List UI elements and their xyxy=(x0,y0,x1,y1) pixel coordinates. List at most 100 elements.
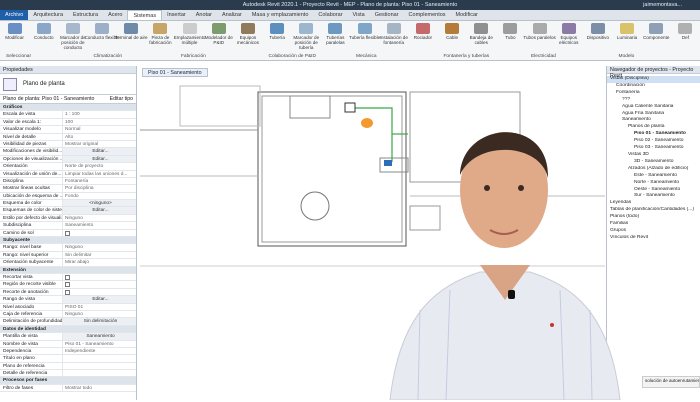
property-value[interactable]: Fontanería xyxy=(62,177,136,185)
property-row: Esquemas de color de siste... Editar... xyxy=(0,207,136,215)
property-edit-button[interactable]: Editar... xyxy=(62,155,136,163)
ribbon-tab[interactable]: Modificar xyxy=(451,10,483,20)
property-value[interactable]: Ninguno xyxy=(62,244,136,251)
ribbon-tab[interactable]: Masa y emplazamiento xyxy=(247,10,314,20)
property-edit-button[interactable]: Sin delimitación xyxy=(62,318,136,325)
ribbon-tab[interactable]: Complementos xyxy=(404,10,451,20)
property-value[interactable]: Sin delimitar xyxy=(62,251,136,259)
ribbon-button-icon xyxy=(678,23,693,34)
properties-section[interactable]: Gráficos xyxy=(0,104,136,112)
property-name: Dependencia xyxy=(3,348,32,354)
property-row: Esquema de color <ninguno> xyxy=(0,200,136,208)
ribbon-button-icon xyxy=(153,23,168,34)
property-checkbox[interactable] xyxy=(62,273,136,281)
ribbon-tab[interactable]: Vista xyxy=(348,10,370,20)
property-value[interactable]: Por disciplina xyxy=(62,185,136,192)
property-name: Estilo por defecto de visuali... xyxy=(3,215,62,221)
ribbon-tab[interactable]: Acero xyxy=(103,10,127,20)
property-row: Recorte de anotación xyxy=(0,288,136,297)
property-value[interactable] xyxy=(62,355,136,362)
property-value[interactable]: Ninguno xyxy=(62,214,136,222)
property-value[interactable]: Norte de proyecto xyxy=(62,163,136,170)
ribbon-button-icon xyxy=(532,23,547,34)
user-name[interactable]: jaimemontava... xyxy=(643,2,682,8)
ribbon-button-label: Def xyxy=(681,35,689,40)
property-row: Rango: nivel base Ninguno xyxy=(0,244,136,252)
checkbox-icon[interactable] xyxy=(65,274,70,280)
checkbox-icon[interactable] xyxy=(65,289,70,295)
ribbon-tab[interactable]: Colaborar xyxy=(313,10,347,20)
property-row: Mostrar líneas ocultas Por disciplina xyxy=(0,185,136,193)
drain-fitting[interactable] xyxy=(344,102,356,113)
property-edit-button[interactable]: <ninguno> xyxy=(62,200,136,207)
type-name: Plano de planta xyxy=(23,81,65,87)
property-value[interactable]: Piso 01 - Saneamiento xyxy=(62,340,136,347)
property-value[interactable]: Independiente xyxy=(62,347,136,355)
property-value[interactable]: Mirar abajo xyxy=(62,259,136,266)
properties-section[interactable]: Procesos por fases xyxy=(0,377,136,385)
property-checkbox[interactable] xyxy=(62,288,136,296)
edit-type-button[interactable]: Editar tipo xyxy=(110,96,133,102)
properties-section[interactable]: Subyacente xyxy=(0,237,136,245)
property-value[interactable]: Mostrar original xyxy=(62,140,136,148)
toilet-fixture[interactable] xyxy=(361,118,373,128)
ribbon-tab[interactable]: Insertar xyxy=(162,10,191,20)
ribbon-button-icon xyxy=(65,23,80,34)
property-value[interactable]: Limpiar todas las uniones d... xyxy=(62,170,136,177)
checkbox-icon[interactable] xyxy=(65,282,70,288)
ribbon-tab[interactable]: Estructura xyxy=(68,10,103,20)
property-value[interactable]: Ninguno xyxy=(62,310,136,318)
property-value[interactable] xyxy=(62,362,136,370)
property-value[interactable]: 100 xyxy=(62,118,136,126)
property-value[interactable] xyxy=(62,370,136,377)
property-name: Recorte de anotación xyxy=(3,289,49,295)
property-name: Subdisciplina xyxy=(3,223,32,229)
property-name: Ubicación de esquema de ... xyxy=(3,193,62,199)
property-edit-button[interactable]: Editar... xyxy=(62,296,136,303)
property-name: Visualizar modelo xyxy=(3,127,41,133)
ribbon-tab[interactable]: Anotar xyxy=(191,10,217,20)
room-outline xyxy=(179,85,261,127)
ribbon-tab[interactable]: Gestionar xyxy=(370,10,404,20)
eye xyxy=(484,185,490,191)
view-selector[interactable]: Plano de planta: Piso 01 - Saneamiento E… xyxy=(0,95,136,104)
properties-section[interactable]: Extensión xyxy=(0,266,136,274)
property-name: Visualización de unión de... xyxy=(3,171,62,177)
property-row: Delimitación de profundidad Sin delimitac… xyxy=(0,318,136,326)
ribbon-button-icon xyxy=(95,23,110,34)
property-edit-button[interactable]: Editar... xyxy=(62,148,136,155)
property-value[interactable]: Normal xyxy=(62,126,136,133)
property-checkbox[interactable] xyxy=(62,229,136,237)
properties-section[interactable]: Datos de identidad xyxy=(0,325,136,334)
property-row: Escala de vista 1 : 100 xyxy=(0,111,136,119)
ribbon-tab[interactable]: Archivo xyxy=(0,10,29,20)
checkbox-icon[interactable] xyxy=(65,230,70,236)
type-selector[interactable]: Plano de planta xyxy=(0,74,136,95)
property-value[interactable]: 1 : 100 xyxy=(62,111,136,118)
ribbon-tab[interactable]: Arquitectura xyxy=(28,10,68,20)
property-value[interactable]: Fondo xyxy=(62,192,136,200)
property-checkbox[interactable] xyxy=(62,281,136,288)
ribbon-tab[interactable]: Sistemas xyxy=(127,10,163,20)
ribbon-button-icon xyxy=(328,23,343,34)
ribbon-tabs: Archivo Arquitectura Estructura Acero Sistem… xyxy=(0,10,700,21)
ribbon-button[interactable]: Def xyxy=(667,23,700,40)
property-row: Detalle de referencia xyxy=(0,370,136,378)
property-edit-button[interactable]: Saneamiento xyxy=(62,333,136,340)
property-row: Rango de vista Editar... xyxy=(0,296,136,304)
property-name: Procesos por fases xyxy=(3,378,48,384)
property-value[interactable]: Alto xyxy=(62,133,136,140)
property-name: Gráficos xyxy=(3,105,23,110)
property-name: Modificaciones de visibilid... xyxy=(3,149,62,155)
property-name: Opciones de visualización ... xyxy=(3,156,62,162)
property-value[interactable]: Mostrar todo xyxy=(62,384,136,392)
property-value[interactable]: Saneamiento xyxy=(62,222,136,229)
property-value[interactable]: PISO 01 xyxy=(62,303,136,310)
bed-outline xyxy=(289,95,331,119)
ribbon-button-icon xyxy=(445,23,460,34)
ribbon-tab[interactable]: Analizar xyxy=(217,10,247,20)
ribbon-button-icon xyxy=(299,23,314,34)
property-row: Recortar vista xyxy=(0,273,136,282)
tab-view-piso-01[interactable]: Piso 01 - Saneamiento xyxy=(142,68,208,77)
property-edit-button[interactable]: Editar... xyxy=(62,207,136,214)
